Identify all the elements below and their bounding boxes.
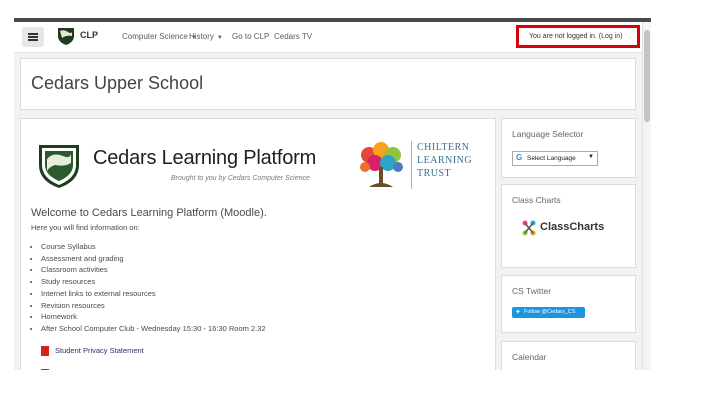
privacy-link-text[interactable]: Student Privacy Statement: [55, 346, 144, 355]
hamburger-icon: [28, 36, 38, 38]
brand-label[interactable]: CLP: [80, 30, 98, 40]
block-title: Language Selector: [512, 129, 584, 139]
chevron-down-icon: ▼: [588, 154, 594, 160]
browser-viewport: CLP Computer Science ▼ History ▼ Go to CLP…: [14, 22, 651, 370]
list-item: Internet links to external resources: [41, 288, 266, 300]
classcharts-logo[interactable]: ClassCharts: [520, 219, 620, 237]
google-icon: G: [516, 153, 523, 162]
block-title: Calendar: [512, 352, 547, 362]
cedars-shield-icon: [39, 145, 79, 188]
twitter-bird-icon: ✦: [515, 309, 521, 316]
chiltern-trust-logo: CHILTERN LEARNING TRUST: [417, 141, 472, 180]
cs-twitter-block: CS Twitter ✦ Follow @Cedars_CS: [501, 275, 636, 333]
second-resource-link[interactable]: [41, 365, 55, 370]
top-navbar: CLP Computer Science ▼ History ▼ Go to CLP…: [14, 22, 643, 53]
nav-go-to-clp[interactable]: Go to CLP: [232, 32, 269, 41]
trust-line: TRUST: [417, 168, 452, 179]
page-title: Cedars Upper School: [31, 73, 204, 93]
nav-cedars-tv[interactable]: Cedars TV: [274, 32, 312, 41]
classcharts-icon: [522, 220, 536, 236]
classcharts-logo-text: ClassCharts: [540, 221, 605, 233]
list-item: Course Syllabus: [41, 241, 266, 253]
list-item: After School Computer Club - Wednesday 1…: [41, 323, 266, 335]
list-item: Assessment and grading: [41, 253, 266, 265]
hamburger-icon: [28, 39, 38, 41]
login-status-highlight[interactable]: You are not logged in. (Log in): [516, 25, 640, 48]
list-item: Classroom activities: [41, 264, 266, 276]
nav-label: History: [189, 32, 214, 41]
shield-logo-icon[interactable]: [56, 26, 76, 46]
hamburger-icon: [28, 33, 38, 35]
welcome-intro: Here you will find information on:: [31, 223, 140, 232]
trust-line: LEARNING: [417, 155, 473, 166]
main-content-card: Cedars Learning Platform Brought to you …: [20, 118, 496, 370]
language-select[interactable]: G Select Language ▼: [512, 151, 598, 166]
login-status-text[interactable]: You are not logged in. (Log in): [529, 33, 623, 40]
calendar-block: Calendar: [501, 341, 636, 370]
banner-subtitle: Brought to you by Cedars Computer Scienc…: [171, 175, 310, 182]
caret-down-icon: ▼: [216, 35, 223, 41]
follow-label: Follow @Cedars_CS: [524, 309, 576, 315]
language-selector-block: Language Selector G Select Language ▼: [501, 118, 636, 178]
list-item: Study resources: [41, 276, 266, 288]
info-list: Course Syllabus Assessment and grading C…: [31, 241, 266, 335]
menu-toggle-button[interactable]: [22, 27, 44, 47]
vertical-scrollbar[interactable]: [642, 22, 651, 370]
twitter-follow-button[interactable]: ✦ Follow @Cedars_CS: [512, 307, 585, 318]
trust-line: CHILTERN: [417, 142, 470, 153]
banner-title: Cedars Learning Platform: [93, 147, 317, 169]
pdf-icon: [41, 368, 49, 370]
clp-banner: Cedars Learning Platform Brought to you …: [37, 141, 487, 193]
privacy-statement-link[interactable]: Student Privacy Statement: [41, 346, 144, 357]
scrollbar-thumb[interactable]: [644, 30, 650, 122]
tree-logo-icon: [360, 142, 403, 187]
nav-label: Computer Science: [122, 32, 188, 41]
page-header-card: Cedars Upper School: [20, 58, 636, 110]
select-value: Select Language: [527, 154, 576, 162]
nav-computer-science[interactable]: Computer Science ▼: [122, 32, 197, 41]
block-title: Class Charts: [512, 195, 561, 205]
list-item: Revision resources: [41, 300, 266, 312]
nav-history[interactable]: History ▼: [189, 32, 223, 41]
list-item: Homework: [41, 311, 266, 323]
block-title: CS Twitter: [512, 286, 552, 296]
class-charts-block: Class Charts ClassCharts: [501, 184, 636, 268]
welcome-heading: Welcome to Cedars Learning Platform (Moo…: [31, 207, 267, 219]
pdf-icon: [41, 346, 49, 357]
